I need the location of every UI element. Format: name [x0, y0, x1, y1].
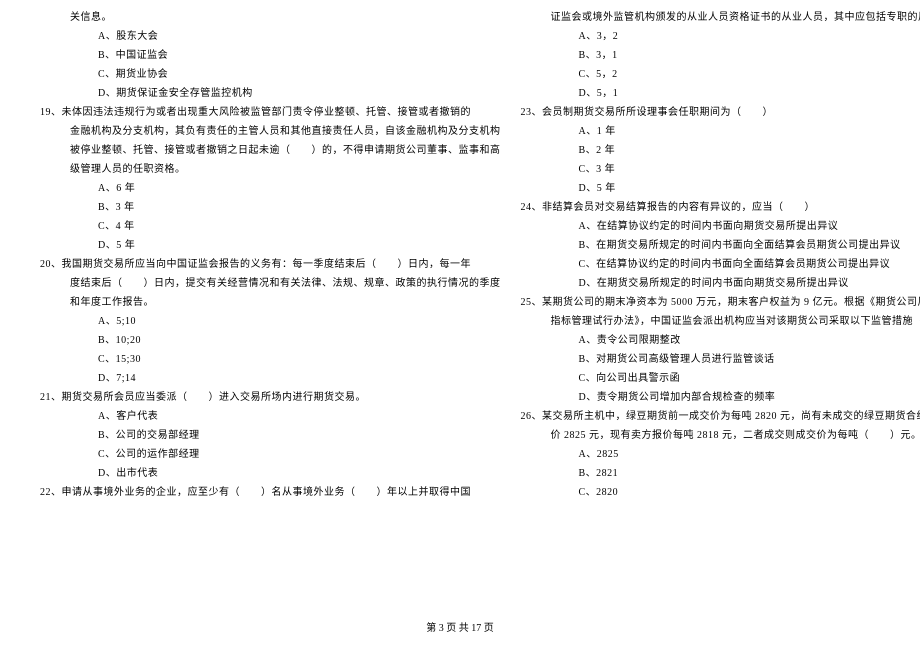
left-column: 关信息。 A、股东大会 B、中国证监会 C、期货业协会 D、期货保证金安全存管监…: [40, 0, 501, 502]
question-25-line2: 指标管理试行办法》，中国证监会派出机构应当对该期货公司采取以下监管措施（ ）: [521, 312, 920, 331]
page-footer: 第 3 页 共 17 页: [0, 619, 920, 638]
question-21: 21、期货交易所会员应当委派（ ）进入交易所场内进行期货交易。: [40, 388, 501, 407]
right-column: 证监会或境外监管机构颁发的从业人员资格证书的从业人员，其中应包括专职的风险管理人…: [521, 0, 920, 502]
continuation-text: 关信息。: [40, 8, 501, 27]
question-20-line2: 度结束后（ ）日内，提交有关经营情况和有关法律、法规、规章、政策的执行情况的季度: [40, 274, 501, 293]
option-b: B、3，1: [521, 46, 920, 65]
option-c: C、向公司出具警示函: [521, 369, 920, 388]
option-d: D、在期货交易所规定的时间内书面向期货交易所提出异议: [521, 274, 920, 293]
option-c: C、15;30: [40, 350, 501, 369]
option-b: B、公司的交易部经理: [40, 426, 501, 445]
question-23: 23、会员制期货交易所所设理事会任职期间为（ ）: [521, 103, 920, 122]
question-19-line3: 被停业整顿、托管、接管或者撤销之日起未逾（ ）的，不得申请期货公司董事、监事和高: [40, 141, 501, 160]
option-d: D、5 年: [40, 236, 501, 255]
option-d: D、出市代表: [40, 464, 501, 483]
option-c: C、4 年: [40, 217, 501, 236]
question-19-line4: 级管理人员的任职资格。: [40, 160, 501, 179]
option-a: A、责令公司限期整改: [521, 331, 920, 350]
option-d: D、5，1: [521, 84, 920, 103]
question-22-cont: 证监会或境外监管机构颁发的从业人员资格证书的从业人员，其中应包括专职的风险管理人…: [521, 8, 920, 27]
option-b: B、3 年: [40, 198, 501, 217]
option-c: C、2820: [521, 483, 920, 502]
option-a: A、1 年: [521, 122, 920, 141]
question-19-line1: 19、未体因违法违规行为或者出现重大风险被监管部门责令停业整顿、托管、接管或者撤…: [40, 103, 501, 122]
option-a: A、客户代表: [40, 407, 501, 426]
option-d: D、责令期货公司增加内部合规检查的频率: [521, 388, 920, 407]
option-b: B、中国证监会: [40, 46, 501, 65]
option-a: A、在结算协议约定的时间内书面向期货交易所提出异议: [521, 217, 920, 236]
question-24: 24、非结算会员对交易结算报告的内容有异议的，应当（ ）: [521, 198, 920, 217]
option-a: A、2825: [521, 445, 920, 464]
option-b: B、在期货交易所规定的时间内书面向全面结算会员期货公司提出异议: [521, 236, 920, 255]
option-c: C、期货业协会: [40, 65, 501, 84]
option-b: B、2 年: [521, 141, 920, 160]
option-b: B、10;20: [40, 331, 501, 350]
option-d: D、期货保证金安全存管监控机构: [40, 84, 501, 103]
question-22: 22、申请从事境外业务的企业，应至少有（ ）名从事境外业务（ ）年以上并取得中国: [40, 483, 501, 502]
option-b: B、2821: [521, 464, 920, 483]
option-a: A、6 年: [40, 179, 501, 198]
option-c: C、5，2: [521, 65, 920, 84]
question-19-line2: 金融机构及分支机构，其负有责任的主管人员和其他直接责任人员，自该金融机构及分支机…: [40, 122, 501, 141]
question-26-line1: 26、某交易所主机中，绿豆期货前一成交价为每吨 2820 元，尚有未成交的绿豆期…: [521, 407, 920, 426]
page-content: 关信息。 A、股东大会 B、中国证监会 C、期货业协会 D、期货保证金安全存管监…: [40, 0, 880, 502]
question-26-line2: 价 2825 元，现有卖方报价每吨 2818 元，二者成交则成交价为每吨（ ）元…: [521, 426, 920, 445]
option-b: B、对期货公司高级管理人员进行监管谈话: [521, 350, 920, 369]
option-a: A、3，2: [521, 27, 920, 46]
option-c: C、3 年: [521, 160, 920, 179]
option-a: A、5;10: [40, 312, 501, 331]
question-25-line1: 25、某期货公司的期末净资本为 5000 万元，期末客户权益为 9 亿元。根据《…: [521, 293, 920, 312]
question-20-line3: 和年度工作报告。: [40, 293, 501, 312]
option-c: C、公司的运作部经理: [40, 445, 501, 464]
question-20-line1: 20、我国期货交易所应当向中国证监会报告的义务有：每一季度结束后（ ）日内，每一…: [40, 255, 501, 274]
option-d: D、7;14: [40, 369, 501, 388]
option-d: D、5 年: [521, 179, 920, 198]
option-c: C、在结算协议约定的时间内书面向全面结算会员期货公司提出异议: [521, 255, 920, 274]
option-a: A、股东大会: [40, 27, 501, 46]
